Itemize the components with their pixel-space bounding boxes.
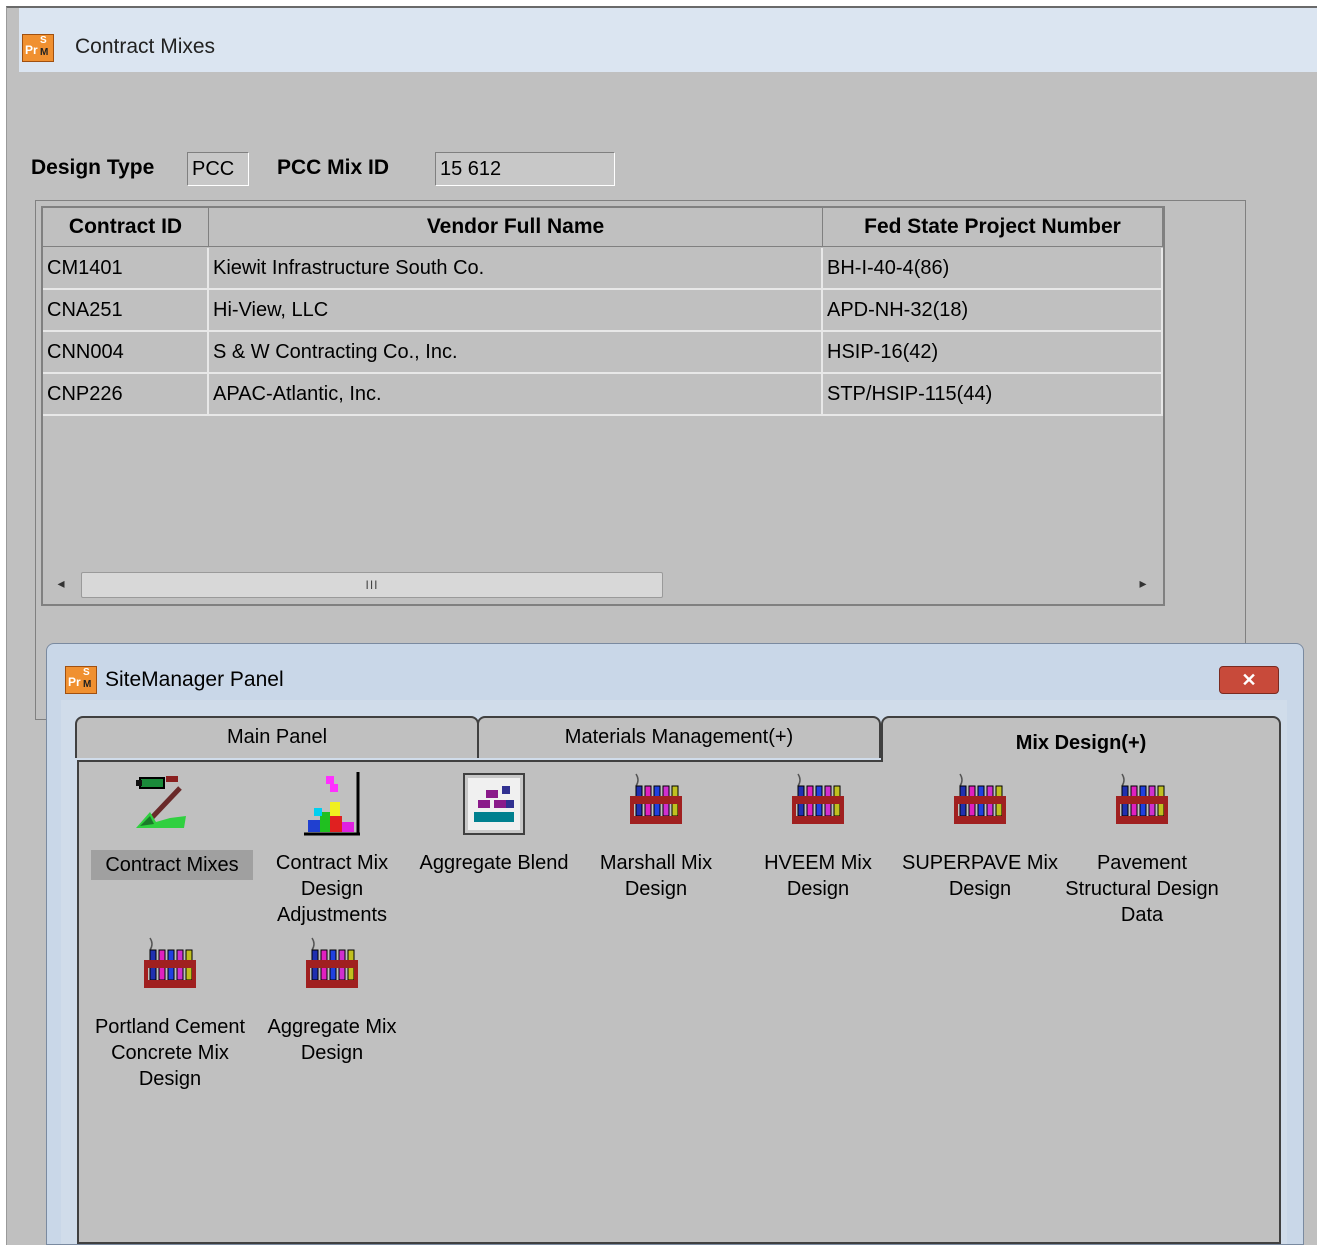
tab-materials-management[interactable]: Materials Management(+) [477, 716, 881, 758]
column-header-project-number[interactable]: Fed State Project Number [823, 208, 1163, 246]
cell-project-number: APD-NH-32(18) [823, 290, 1163, 330]
test-tubes-icon [306, 937, 358, 988]
tile-hveem-mix-design[interactable]: HVEEM Mix Design [737, 772, 899, 900]
test-tubes-icon [630, 773, 682, 824]
aggregate-blend-icon [463, 773, 525, 835]
tile-pavement-structural-design-data[interactable]: Pavement Structural Design Data [1061, 772, 1223, 926]
cell-project-number: BH-I-40-4(86) [823, 248, 1163, 288]
test-tubes-icon [144, 937, 196, 988]
cell-vendor-name: Hi-View, LLC [209, 290, 823, 330]
tile-contract-mixes[interactable]: Contract Mixes [81, 772, 253, 892]
tab-main-panel[interactable]: Main Panel [75, 716, 479, 758]
test-tubes-icon [1116, 773, 1168, 824]
column-header-vendor-name[interactable]: Vendor Full Name [209, 208, 823, 246]
contracts-grid[interactable]: Contract ID Vendor Full Name Fed State P… [41, 206, 1165, 606]
scroll-left-arrow-icon[interactable]: ◂ [51, 572, 71, 594]
tile-label: SUPERPAVE Mix Design [902, 852, 1058, 900]
tile-marshall-mix-design[interactable]: Marshall Mix Design [575, 772, 737, 900]
scroll-thumb[interactable]: III [81, 572, 663, 598]
tile-label: Pavement Structural Design Data [1065, 852, 1219, 926]
window-title: Contract Mixes [75, 35, 216, 58]
pcc-mix-id-field[interactable]: 15 612 [435, 152, 615, 186]
tile-label: Contract Mixes [91, 850, 253, 880]
cell-contract-id: CNP226 [43, 374, 209, 414]
prsm-app-icon: Pr S M [65, 666, 97, 694]
test-tubes-icon [954, 773, 1006, 824]
panel-body: Main Panel Materials Management(+) Mix D… [61, 700, 1287, 1244]
tile-aggregate-blend[interactable]: Aggregate Blend [413, 772, 575, 892]
prsm-app-icon: Pr S M [22, 34, 54, 62]
cell-contract-id: CNN004 [43, 332, 209, 372]
close-button[interactable]: ✕ [1219, 666, 1279, 694]
cell-vendor-name: APAC-Atlantic, Inc. [209, 374, 823, 414]
tile-contract-mix-design-adjustments[interactable]: Contract Mix Design Adjustments [251, 772, 413, 926]
tile-portland-cement-concrete-mix-design[interactable]: Portland Cement Concrete Mix Design [89, 936, 251, 1090]
tile-aggregate-mix-design[interactable]: Aggregate Mix Design [251, 936, 413, 1064]
tile-superpave-mix-design[interactable]: SUPERPAVE Mix Design [899, 772, 1061, 900]
mix-adjustments-icon [304, 772, 360, 836]
cell-vendor-name: Kiewit Infrastructure South Co. [209, 248, 823, 288]
tile-label: Portland Cement Concrete Mix Design [94, 1016, 246, 1090]
window-titlebar: Pr S M Contract Mixes [19, 8, 1317, 72]
tile-label: Aggregate Blend [419, 852, 569, 874]
tile-label: Contract Mix Design Adjustments [275, 852, 389, 926]
tab-content-mix-design: Contract Mixes Contract Mix Design Adjus… [77, 760, 1281, 1244]
cell-project-number: HSIP-16(42) [823, 332, 1163, 372]
cell-vendor-name: S & W Contracting Co., Inc. [209, 332, 823, 372]
panel-title: SiteManager Panel [105, 668, 284, 691]
tile-label: Aggregate Mix Design [267, 1016, 397, 1064]
table-row[interactable]: CNA251 Hi-View, LLC APD-NH-32(18) [43, 290, 1163, 332]
test-tubes-icon [792, 773, 844, 824]
horizontal-scrollbar[interactable]: ◂ III ▸ [43, 564, 1163, 602]
cell-contract-id: CM1401 [43, 248, 209, 288]
column-header-contract-id[interactable]: Contract ID [43, 208, 209, 246]
table-row[interactable]: CM1401 Kiewit Infrastructure South Co. B… [43, 248, 1163, 290]
tile-label: HVEEM Mix Design [764, 852, 872, 900]
contract-mixes-icon [136, 776, 186, 828]
table-row[interactable]: CNN004 S & W Contracting Co., Inc. HSIP-… [43, 332, 1163, 374]
design-type-field[interactable]: PCC [187, 152, 249, 186]
sitemanager-panel: Pr S M SiteManager Panel ✕ Main Panel Mate… [46, 643, 1304, 1245]
tab-mix-design[interactable]: Mix Design(+) [881, 716, 1281, 762]
cell-contract-id: CNA251 [43, 290, 209, 330]
table-row[interactable]: CNP226 APAC-Atlantic, Inc. STP/HSIP-115(… [43, 374, 1163, 416]
scroll-right-arrow-icon[interactable]: ▸ [1133, 572, 1153, 594]
grid-header: Contract ID Vendor Full Name Fed State P… [43, 208, 1163, 247]
tile-label: Marshall Mix Design [599, 852, 713, 900]
pcc-mix-id-label: PCC Mix ID [277, 156, 390, 179]
cell-project-number: STP/HSIP-115(44) [823, 374, 1163, 414]
design-type-label: Design Type [31, 156, 155, 179]
